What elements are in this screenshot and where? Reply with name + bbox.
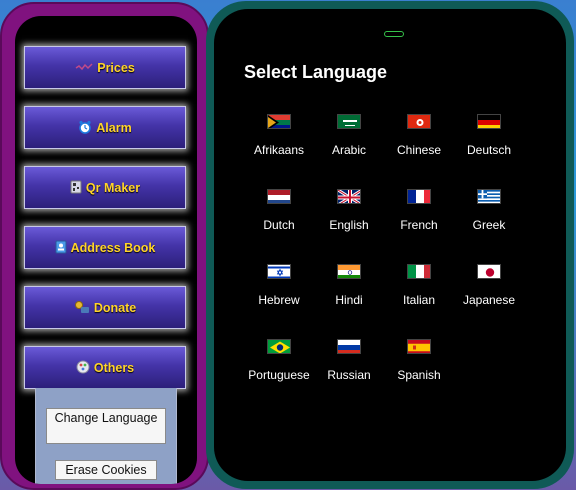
language-label: Greek (472, 218, 506, 232)
donate-button[interactable]: Donate (24, 286, 186, 329)
alarm-label: Alarm (96, 120, 132, 135)
prices-icon (75, 62, 93, 74)
language-label: Japanese (462, 293, 516, 307)
others-icon (76, 360, 90, 376)
brazil-flag-icon (267, 339, 291, 354)
language-label: Hebrew (258, 293, 300, 307)
russia-flag-icon (337, 339, 361, 354)
language-option-portuguese[interactable]: Portuguese (244, 339, 314, 382)
qr-maker-label: Qr Maker (85, 180, 141, 195)
qr-maker-button[interactable]: Qr Maker (24, 166, 186, 209)
germany-flag-icon (477, 114, 501, 129)
language-option-japanese[interactable]: Japanese (454, 264, 524, 307)
change-language-button[interactable]: Change Language (46, 408, 166, 444)
left-phone-frame: Prices Alarm Qr Maker Address Book Donat (0, 2, 209, 490)
language-panel: Select Language Afrikaans Arabic Chinese… (214, 9, 566, 481)
qr-maker-icon (70, 180, 82, 196)
language-label: Portuguese (248, 368, 310, 382)
phone-notch (384, 31, 404, 37)
language-label: Arabic (331, 143, 366, 157)
sidebar-menu: Prices Alarm Qr Maker Address Book Donat (15, 16, 197, 484)
address-book-icon (55, 240, 67, 256)
language-label: Deutsch (466, 143, 512, 157)
language-option-arabic[interactable]: Arabic (314, 114, 384, 157)
language-label: French (400, 218, 438, 232)
language-option-italian[interactable]: Italian (384, 264, 454, 307)
others-label: Others (93, 360, 135, 375)
language-label: Russian (327, 368, 371, 382)
language-option-afrikaans[interactable]: Afrikaans (244, 114, 314, 157)
language-option-deutsch[interactable]: Deutsch (454, 114, 524, 157)
hong-kong-flag-icon (407, 114, 431, 129)
language-option-french[interactable]: French (384, 189, 454, 232)
israel-flag-icon (267, 264, 291, 279)
greece-flag-icon (477, 189, 501, 204)
language-label: English (329, 218, 369, 232)
page-title: Select Language (244, 62, 388, 82)
prices-label: Prices (97, 60, 135, 75)
south-africa-flag-icon (267, 114, 291, 129)
language-option-greek[interactable]: Greek (454, 189, 524, 232)
spain-flag-icon (407, 339, 431, 354)
japan-flag-icon (477, 264, 501, 279)
france-flag-icon (407, 189, 431, 204)
language-option-english[interactable]: English (314, 189, 384, 232)
italy-flag-icon (407, 264, 431, 279)
prices-button[interactable]: Prices (24, 46, 186, 89)
language-label: Afrikaans (253, 143, 305, 157)
language-label: Chinese (396, 143, 442, 157)
language-label: Italian (402, 293, 436, 307)
language-label: Dutch (263, 218, 295, 232)
netherlands-flag-icon (267, 189, 291, 204)
language-label: Hindi (335, 293, 363, 307)
others-button[interactable]: Others (24, 346, 186, 389)
language-option-dutch[interactable]: Dutch (244, 189, 314, 232)
language-option-chinese[interactable]: Chinese (384, 114, 454, 157)
language-option-spanish[interactable]: Spanish (384, 339, 454, 382)
language-option-hindi[interactable]: Hindi (314, 264, 384, 307)
address-book-label: Address Book (70, 240, 156, 255)
right-phone-frame: Select Language Afrikaans Arabic Chinese… (206, 1, 574, 489)
erase-cookies-button[interactable]: Erase Cookies (55, 460, 157, 480)
india-flag-icon (337, 264, 361, 279)
language-option-hebrew[interactable]: Hebrew (244, 264, 314, 307)
saudi-arabia-flag-icon (337, 114, 361, 129)
alarm-clock-icon (78, 120, 92, 136)
alarm-button[interactable]: Alarm (24, 106, 186, 149)
language-option-russian[interactable]: Russian (314, 339, 384, 382)
uk-flag-icon (337, 189, 361, 204)
others-submenu: Change Language Erase Cookies (35, 388, 177, 484)
language-label: Spanish (397, 368, 441, 382)
donate-label: Donate (93, 300, 137, 315)
address-book-button[interactable]: Address Book (24, 226, 186, 269)
donate-icon (74, 300, 90, 316)
